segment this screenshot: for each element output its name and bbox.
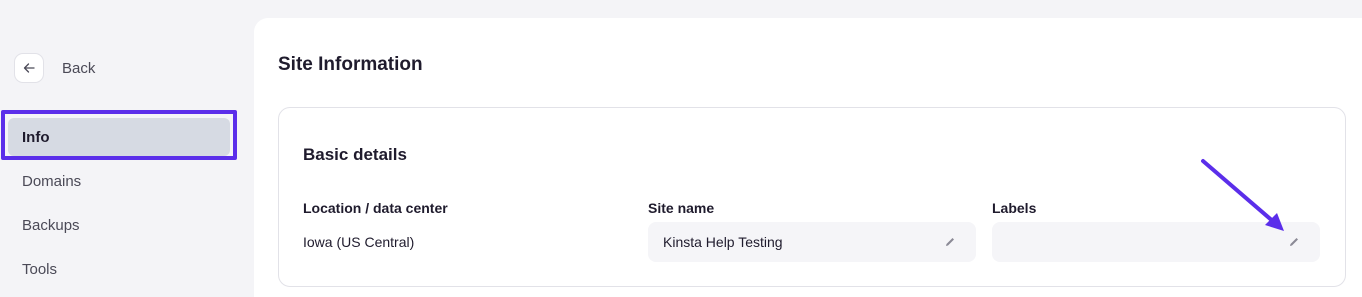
arrow-left-icon <box>23 63 35 73</box>
highlight-annotation <box>1 110 237 160</box>
basic-details-card: Basic details Location / data center Iow… <box>278 107 1346 287</box>
sidebar-item-domains[interactable]: Domains <box>8 162 230 200</box>
sidebar-item-tools[interactable]: Tools <box>8 250 230 288</box>
main-panel: Site Information Basic details Location … <box>254 18 1362 297</box>
sidebar-item-label: Backups <box>22 216 80 234</box>
site-name-field[interactable]: Kinsta Help Testing <box>648 222 976 262</box>
site-name-label: Site name <box>648 200 715 216</box>
site-name-value: Kinsta Help Testing <box>663 234 783 250</box>
back-label: Back <box>62 59 96 77</box>
back-link[interactable]: Back <box>14 53 95 83</box>
location-label: Location / data center <box>303 200 448 216</box>
card-title: Basic details <box>303 145 407 164</box>
location-value: Iowa (US Central) <box>303 234 415 250</box>
pencil-icon[interactable] <box>944 236 956 248</box>
sidebar-item-label: Tools <box>22 260 58 278</box>
sidebar: Back Info Domains Backups Tools <box>0 0 254 297</box>
back-button[interactable] <box>14 53 44 83</box>
page-title: Site Information <box>278 54 423 75</box>
labels-field[interactable] <box>992 222 1320 262</box>
labels-label: Labels <box>992 200 1037 216</box>
sidebar-item-backups[interactable]: Backups <box>8 206 230 244</box>
sidebar-item-label: Domains <box>22 172 82 190</box>
pencil-icon[interactable] <box>1288 236 1300 248</box>
